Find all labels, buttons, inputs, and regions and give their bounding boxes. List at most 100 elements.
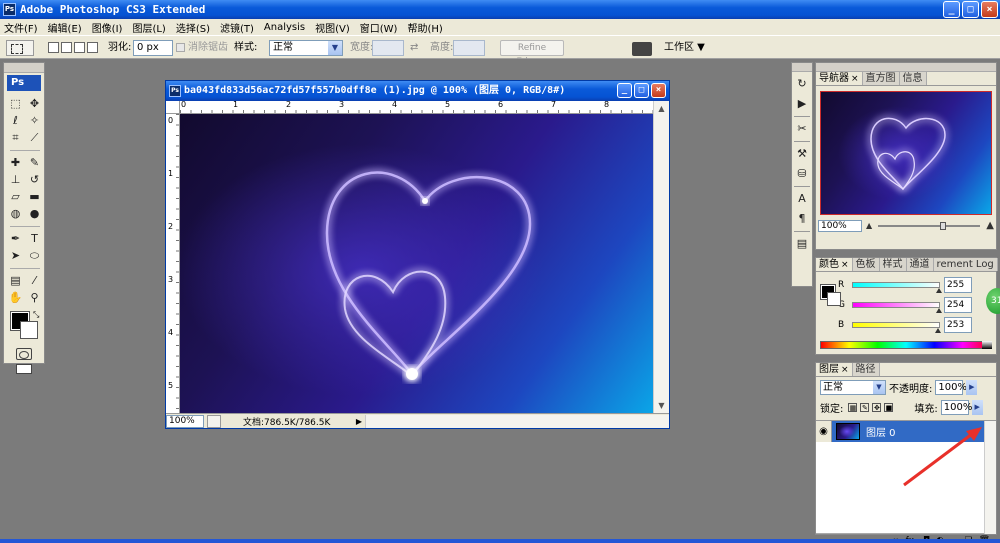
panel-grip[interactable] <box>816 63 996 72</box>
fill-input[interactable]: 100% <box>940 399 972 415</box>
panel-grip[interactable] <box>4 63 44 73</box>
gradient-tool-icon[interactable]: ▬ <box>26 189 43 205</box>
close-icon[interactable]: × <box>841 365 849 375</box>
horizontal-scrollbar[interactable] <box>365 414 669 428</box>
palette-well-icon[interactable] <box>632 42 652 56</box>
background-color-swatch[interactable] <box>20 321 38 339</box>
blue-slider[interactable] <box>852 322 942 333</box>
zoom-level-field[interactable]: 100% <box>166 414 204 428</box>
close-icon[interactable]: × <box>841 260 849 270</box>
eye-icon[interactable]: ◉ <box>816 421 832 442</box>
vertical-ruler[interactable]: 0 1 2 3 4 5 <box>166 114 180 414</box>
refine-edge-button[interactable]: Refine Edge... <box>500 40 564 67</box>
tab-paths[interactable]: 路径 <box>852 363 880 376</box>
opacity-slider-button[interactable]: ▶ <box>966 379 978 395</box>
lasso-tool-icon[interactable]: ℓ <box>7 113 24 129</box>
menu-filter[interactable]: 滤镜(T) <box>220 20 254 35</box>
slice-tool-icon[interactable]: ⟋ <box>26 130 43 146</box>
tab-channels[interactable]: 通道 <box>906 258 934 271</box>
menu-analysis[interactable]: Analysis <box>264 22 305 33</box>
zoom-out-icon[interactable]: ▲ <box>866 221 872 230</box>
swap-icon[interactable]: ⇄ <box>410 40 418 56</box>
lock-position-icon[interactable]: ✥ <box>872 402 882 412</box>
move-tool-icon[interactable]: ✥ <box>26 96 43 112</box>
magic-wand-tool-icon[interactable]: ✧ <box>26 113 43 129</box>
horizontal-ruler[interactable]: 0 1 2 3 4 5 6 7 8 <box>180 100 655 114</box>
doc-maximize-button[interactable]: □ <box>634 83 649 98</box>
green-slider[interactable] <box>852 302 942 313</box>
clone-stamp-tool-icon[interactable]: ⊥ <box>7 172 24 188</box>
zoom-tool-icon[interactable]: ⚲ <box>26 290 43 306</box>
tab-measurement-log[interactable]: rement Log <box>933 258 998 271</box>
zoom-in-icon[interactable]: ▲ <box>986 220 994 231</box>
quick-mask-icon[interactable] <box>16 348 32 360</box>
menu-window[interactable]: 窗口(W) <box>360 20 398 35</box>
brushes-icon[interactable]: ⚒ <box>793 145 811 162</box>
feather-input[interactable]: 0 px <box>133 40 173 56</box>
tab-styles[interactable]: 样式 <box>879 258 907 271</box>
navigator-zoom-field[interactable]: 100% <box>818 220 862 232</box>
eyedropper-tool-icon[interactable]: ⁄ <box>26 273 43 289</box>
image-canvas[interactable] <box>180 114 655 414</box>
color-spectrum-bar[interactable] <box>820 341 992 349</box>
tab-info[interactable]: 信息 <box>899 72 927 85</box>
healing-brush-tool-icon[interactable]: ✚ <box>7 155 24 171</box>
tab-color[interactable]: 颜色 × <box>816 258 853 271</box>
pen-tool-icon[interactable]: ✒ <box>7 231 24 247</box>
subtract-selection-icon[interactable] <box>74 42 85 53</box>
blue-value-input[interactable]: 253 <box>944 317 972 333</box>
menu-image[interactable]: 图像(I) <box>92 20 123 35</box>
tab-swatches[interactable]: 色板 <box>852 258 880 271</box>
red-slider[interactable] <box>852 282 942 293</box>
fill-slider-button[interactable]: ▶ <box>971 399 983 415</box>
actions-icon[interactable]: ▶ <box>793 95 811 112</box>
new-selection-icon[interactable] <box>48 42 59 53</box>
tool-presets-icon[interactable]: ✂ <box>793 120 811 137</box>
eraser-tool-icon[interactable]: ▱ <box>7 189 24 205</box>
vertical-scrollbar[interactable]: ▲ ▼ <box>653 101 669 414</box>
status-options-icon[interactable] <box>207 414 221 428</box>
tab-layers[interactable]: 图层 × <box>816 363 853 376</box>
tab-histogram[interactable]: 直方图 <box>862 72 900 85</box>
document-title-bar[interactable]: Ps ba043fd833d56ac72fd57f557b0dff8e (1).… <box>166 81 669 101</box>
background-color-swatch[interactable] <box>827 292 841 306</box>
path-selection-tool-icon[interactable]: ➤ <box>7 248 24 264</box>
history-brush-tool-icon[interactable]: ↺ <box>26 172 43 188</box>
layer-comps-icon[interactable]: ▤ <box>793 235 811 252</box>
screen-mode-icon[interactable] <box>16 364 32 374</box>
character-icon[interactable]: A <box>793 190 811 207</box>
navigator-preview[interactable] <box>820 91 992 215</box>
panel-grip[interactable] <box>792 63 812 72</box>
slider-knob[interactable] <box>935 308 942 313</box>
close-button[interactable]: × <box>981 1 998 18</box>
blur-tool-icon[interactable]: ◍ <box>7 206 24 222</box>
blend-mode-select[interactable]: 正常 ▼ <box>820 379 886 395</box>
workspace-button[interactable]: 工作区 ▼ <box>664 40 705 56</box>
add-selection-icon[interactable] <box>61 42 72 53</box>
scroll-up-icon[interactable]: ▲ <box>654 101 669 117</box>
scroll-down-icon[interactable]: ▼ <box>654 398 669 414</box>
crop-tool-icon[interactable]: ⌗ <box>7 130 24 146</box>
doc-minimize-button[interactable]: _ <box>617 83 632 98</box>
maximize-button[interactable]: □ <box>962 1 979 18</box>
menu-layer[interactable]: 图层(L) <box>132 20 165 35</box>
swap-colors-icon[interactable]: ⤡ <box>33 310 39 320</box>
marquee-tool-icon[interactable]: ⬚ <box>7 96 24 112</box>
tab-navigator[interactable]: 导航器 × <box>816 72 863 85</box>
doc-close-button[interactable]: × <box>651 83 666 98</box>
tool-preset-picker[interactable] <box>6 40 34 56</box>
brush-tool-icon[interactable]: ✎ <box>26 155 43 171</box>
ruler-origin[interactable] <box>166 101 180 114</box>
status-menu-arrow-icon[interactable]: ▶ <box>353 417 365 426</box>
height-input[interactable] <box>453 40 485 56</box>
slider-knob[interactable] <box>940 222 947 230</box>
slider-knob[interactable] <box>936 288 942 293</box>
antialias-checkbox[interactable] <box>176 43 185 52</box>
clone-source-icon[interactable]: ⛁ <box>793 165 811 182</box>
red-value-input[interactable]: 255 <box>944 277 972 293</box>
intersect-selection-icon[interactable] <box>87 42 98 53</box>
minimize-button[interactable]: _ <box>943 1 960 18</box>
close-icon[interactable]: × <box>851 74 859 84</box>
type-tool-icon[interactable]: T <box>26 231 43 247</box>
menu-help[interactable]: 帮助(H) <box>407 20 442 35</box>
